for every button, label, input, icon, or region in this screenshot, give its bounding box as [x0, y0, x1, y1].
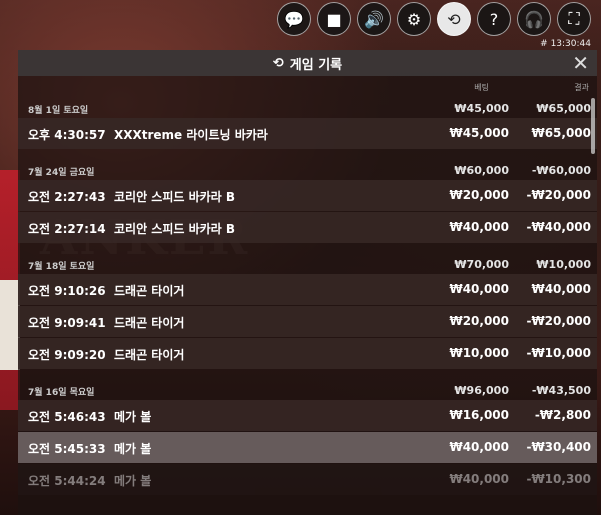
- row-time: 오전 9:09:20: [28, 348, 106, 362]
- row-result: -₩10,300: [526, 472, 591, 486]
- row-bet: ₩10,000: [449, 346, 509, 360]
- column-bet-label: 베팅: [474, 83, 489, 92]
- day-result-total: -₩43,500: [531, 384, 591, 397]
- row-time: 오전 2:27:14: [28, 222, 106, 236]
- video-button[interactable]: ■: [317, 2, 351, 36]
- day-bet-total: ₩96,000: [454, 384, 509, 397]
- day-header: 7월 18일 토요일 ₩70,000 ₩10,000: [18, 252, 597, 274]
- row-bet: ₩40,000: [449, 472, 509, 486]
- day-date: 8월 1일 토요일: [28, 106, 89, 116]
- day-result-total: ₩10,000: [536, 258, 591, 271]
- row-time: 오전 5:45:33: [28, 442, 106, 456]
- row-time: 오전 9:09:41: [28, 316, 106, 330]
- background-card: [0, 280, 20, 370]
- row-bet: ₩45,000: [449, 126, 509, 140]
- row-game: 드래곤 타이거: [114, 284, 185, 298]
- history-row[interactable]: 오전 9:09:41 드래곤 타이거 ₩20,000 -₩20,000: [18, 306, 597, 337]
- day-date: 7월 24일 금요일: [28, 168, 95, 178]
- row-game: 드래곤 타이거: [114, 348, 185, 362]
- day-header: 7월 16일 목요일 ₩96,000 -₩43,500: [18, 378, 597, 400]
- panel-title: 게임 기록: [289, 57, 343, 73]
- day-bet-total: ₩70,000: [454, 258, 509, 271]
- row-time: 오후 4:30:57: [28, 128, 106, 142]
- volume-button[interactable]: 🔊: [357, 2, 391, 36]
- chat-button[interactable]: 💬: [277, 2, 311, 36]
- panel-header: ⟲ 게임 기록 ✕: [18, 50, 597, 76]
- history-row[interactable]: 오전 2:27:43 코리안 스피드 바카라 B ₩20,000 -₩20,000: [18, 180, 597, 211]
- row-result: -₩20,000: [526, 188, 591, 202]
- row-bet: ₩40,000: [449, 282, 509, 296]
- day-date: 7월 18일 토요일: [28, 262, 95, 272]
- video-icon: ■: [326, 9, 342, 29]
- row-time: 오전 5:44:24: [28, 474, 106, 488]
- row-result: ₩40,000: [531, 282, 591, 296]
- row-result: ₩65,000: [531, 126, 591, 140]
- row-result: -₩10,000: [526, 346, 591, 360]
- volume-icon: 🔊: [364, 9, 384, 29]
- fullscreen-button[interactable]: ⛶: [557, 2, 591, 36]
- fullscreen-icon: ⛶: [568, 9, 580, 28]
- row-game: XXXtreme 라이트닝 바카라: [114, 128, 268, 142]
- history-row[interactable]: 오전 2:27:14 코리안 스피드 바카라 B ₩40,000 -₩40,000: [18, 212, 597, 243]
- row-time: 오전 2:27:43: [28, 190, 106, 204]
- help-button[interactable]: ?: [477, 2, 511, 36]
- row-result: -₩2,800: [534, 408, 591, 422]
- day-header: 7월 24일 금요일 ₩60,000 -₩60,000: [18, 158, 597, 180]
- row-time: 오전 9:10:26: [28, 284, 106, 298]
- day-header: 8월 1일 토요일 ₩45,000 ₩65,000: [18, 96, 597, 118]
- history-icon: ⟲: [272, 55, 284, 71]
- row-result: -₩40,000: [526, 220, 591, 234]
- history-row[interactable]: 오전 5:45:33 메가 볼 ₩40,000 -₩30,400: [18, 432, 597, 463]
- day-date: 7월 16일 목요일: [28, 388, 95, 398]
- row-game: 코리안 스피드 바카라 B: [114, 190, 236, 204]
- row-bet: ₩16,000: [449, 408, 509, 422]
- day-result-total: ₩65,000: [536, 102, 591, 115]
- column-header: 베팅 결과: [18, 76, 597, 96]
- settings-button[interactable]: ⚙: [397, 2, 431, 36]
- row-game: 메가 볼: [114, 474, 152, 488]
- history-row[interactable]: 오후 4:30:57 XXXtreme 라이트닝 바카라 ₩45,000 ₩65,00…: [18, 118, 597, 149]
- history-row[interactable]: 오전 9:10:26 드래곤 타이거 ₩40,000 ₩40,000: [18, 274, 597, 305]
- history-row[interactable]: 오전 5:44:24 메가 볼 ₩40,000 -₩10,300: [18, 464, 597, 495]
- game-history-panel: ⟲ 게임 기록 ✕ 베팅 결과 8월 1일 토요일 ₩45,000 ₩65,000 오…: [18, 50, 597, 515]
- row-game: 코리안 스피드 바카라 B: [114, 222, 236, 236]
- settings-icon: ⚙: [406, 9, 422, 29]
- support-button[interactable]: 🎧: [517, 2, 551, 36]
- clock: # 13:30:44: [540, 39, 591, 49]
- support-icon: 🎧: [524, 9, 544, 29]
- history-button[interactable]: ⟲: [437, 2, 471, 36]
- row-time: 오전 5:46:43: [28, 410, 106, 424]
- history-row[interactable]: 오전 9:09:20 드래곤 타이거 ₩10,000 -₩10,000: [18, 338, 597, 369]
- chat-icon: 💬: [284, 9, 304, 29]
- row-bet: ₩20,000: [449, 188, 509, 202]
- day-bet-total: ₩45,000: [454, 102, 509, 115]
- row-bet: ₩40,000: [449, 220, 509, 234]
- scrollbar[interactable]: [591, 98, 595, 154]
- row-bet: ₩20,000: [449, 314, 509, 328]
- row-game: 드래곤 타이거: [114, 316, 185, 330]
- day-result-total: -₩60,000: [531, 164, 591, 177]
- column-result-label: 결과: [574, 83, 589, 92]
- row-result: -₩20,000: [526, 314, 591, 328]
- toolbar: 💬 ■ 🔊 ⚙ ⟲? 🎧 ⛶: [277, 2, 591, 36]
- row-game: 메가 볼: [114, 442, 152, 456]
- help-icon: ?: [489, 9, 499, 29]
- row-game: 메가 볼: [114, 410, 152, 424]
- close-button[interactable]: ✕: [572, 52, 589, 74]
- history-icon: ⟲: [447, 9, 461, 29]
- day-bet-total: ₩60,000: [454, 164, 509, 177]
- history-list: 8월 1일 토요일 ₩45,000 ₩65,000 오후 4:30:57 XXXtrem…: [18, 96, 597, 495]
- row-bet: ₩40,000: [449, 440, 509, 454]
- history-row[interactable]: 오전 5:46:43 메가 볼 ₩16,000 -₩2,800: [18, 400, 597, 431]
- row-result: -₩30,400: [526, 440, 591, 454]
